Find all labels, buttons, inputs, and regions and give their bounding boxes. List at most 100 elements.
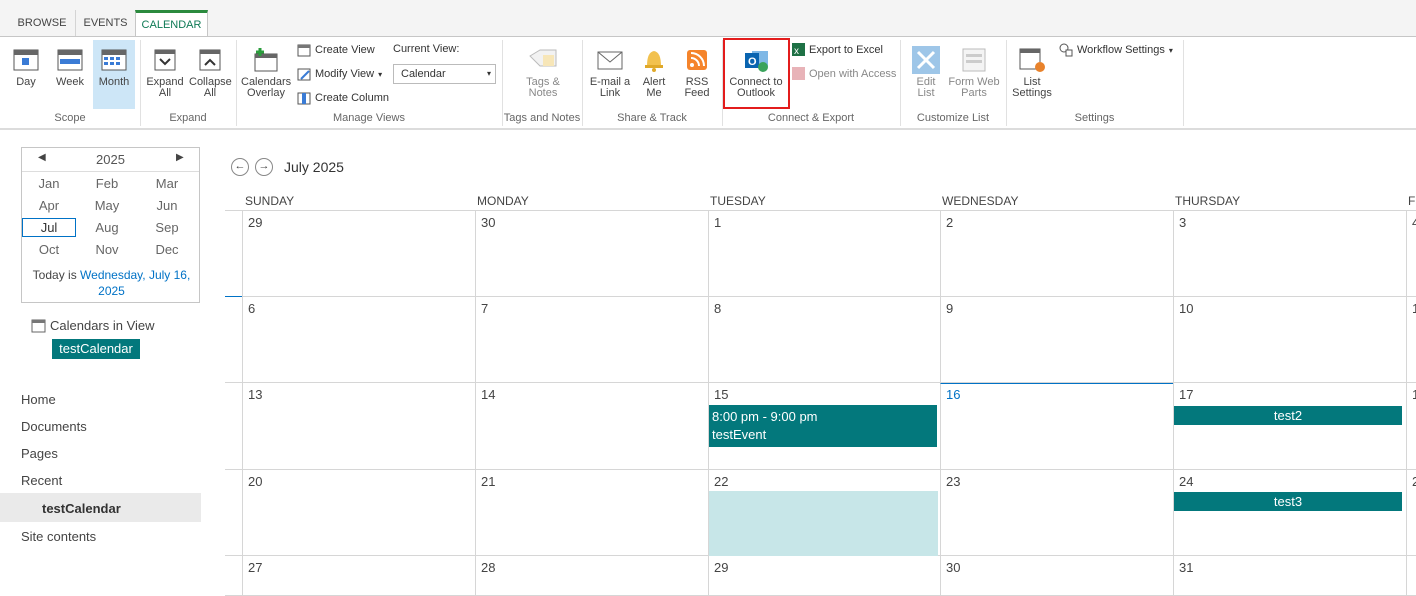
- day-number: 29: [248, 215, 263, 230]
- day-cell[interactable]: [475, 211, 708, 297]
- tab-browse[interactable]: BROWSE: [9, 10, 75, 36]
- today-link[interactable]: Wednesday, July 16, 2025: [80, 268, 190, 298]
- day-cell[interactable]: [940, 297, 1173, 383]
- day-view-button[interactable]: Day: [8, 46, 44, 88]
- current-view-select[interactable]: Calendar ▾: [393, 64, 496, 84]
- day-cell[interactable]: [242, 211, 475, 297]
- day-cell[interactable]: [708, 297, 940, 383]
- nav-site-contents[interactable]: Site contents: [21, 529, 96, 544]
- today-prefix: Today is: [32, 268, 81, 282]
- open-access-label: Open with Access: [809, 67, 897, 80]
- expand-all-button[interactable]: Expand All: [146, 46, 184, 99]
- nav-pages[interactable]: Pages: [21, 446, 58, 461]
- week-view-button[interactable]: Week: [50, 46, 90, 88]
- month-cell[interactable]: Nov: [80, 242, 134, 257]
- month-cell[interactable]: Mar: [140, 176, 194, 191]
- next-month-button[interactable]: →: [255, 158, 273, 176]
- nav-home[interactable]: Home: [21, 392, 56, 407]
- date-picker: ◀ 2025 ▶ Today is Wednesday, July 16, 20…: [21, 147, 200, 303]
- month-label: Month: [98, 76, 130, 88]
- tags-notes-button[interactable]: Tags & Notes: [519, 46, 567, 99]
- day-cell[interactable]: [475, 383, 708, 470]
- nav-recent[interactable]: Recent: [21, 473, 62, 488]
- day-header: MONDAY: [477, 194, 529, 208]
- selected-day-highlight[interactable]: [709, 491, 938, 556]
- month-cell[interactable]: Feb: [80, 176, 134, 191]
- day-number: 11: [1412, 301, 1416, 316]
- month-cell[interactable]: May: [80, 198, 134, 213]
- create-view-label: Create View: [315, 44, 375, 56]
- export-excel-button[interactable]: x Export to Excel: [792, 43, 883, 56]
- nav-documents[interactable]: Documents: [21, 419, 87, 434]
- rss-feed-label: RSS Feed: [684, 76, 710, 99]
- week-gutter-line: [225, 469, 242, 470]
- alert-me-button[interactable]: Alert Me: [637, 46, 671, 99]
- day-cell[interactable]: [475, 297, 708, 383]
- month-cell[interactable]: Apr: [22, 198, 76, 213]
- create-column-icon: [297, 92, 311, 105]
- workflow-settings-label: Workflow Settings: [1077, 44, 1165, 56]
- form-web-parts-button[interactable]: Form Web Parts: [948, 46, 1000, 99]
- day-cell[interactable]: [1173, 211, 1406, 297]
- create-view-button[interactable]: Create View: [297, 43, 375, 57]
- day-cell[interactable]: [1173, 556, 1406, 596]
- day-cell[interactable]: [242, 297, 475, 383]
- week-marker: [225, 296, 242, 297]
- month-cell[interactable]: Aug: [80, 220, 134, 235]
- email-link-button[interactable]: E-mail a Link: [588, 46, 632, 99]
- nav-testcalendar[interactable]: testCalendar: [42, 501, 121, 516]
- month-view-button[interactable]: Month: [93, 40, 135, 109]
- calendars-in-view-title: Calendars in View: [50, 318, 155, 333]
- list-settings-button[interactable]: List Settings: [1010, 46, 1054, 99]
- day-cell[interactable]: [708, 556, 940, 596]
- day-cell[interactable]: [1406, 556, 1416, 596]
- day-cell[interactable]: [940, 470, 1173, 556]
- calendar-day-icon: [13, 49, 39, 71]
- collapse-all-button[interactable]: Collapse All: [189, 46, 232, 99]
- day-cell[interactable]: [1173, 297, 1406, 383]
- day-cell[interactable]: [940, 556, 1173, 596]
- event-testevent[interactable]: 8:00 pm - 9:00 pm testEvent: [709, 405, 937, 447]
- day-cell[interactable]: [242, 470, 475, 556]
- day-cell[interactable]: [475, 556, 708, 596]
- calendars-overlay-button[interactable]: Calendars Overlay: [241, 46, 291, 99]
- modify-view-button[interactable]: Modify View ▾: [297, 67, 382, 81]
- edit-list-button[interactable]: Edit List: [908, 46, 944, 99]
- expand-group-label: Expand: [169, 112, 207, 124]
- day-cell[interactable]: [242, 556, 475, 596]
- prev-month-button[interactable]: ←: [231, 158, 249, 176]
- customize-group-label: Customize List: [916, 112, 990, 124]
- day-cell[interactable]: [242, 383, 475, 470]
- month-cell[interactable]: Jul: [22, 218, 76, 237]
- month-cell[interactable]: Jun: [140, 198, 194, 213]
- today-text: Today is Wednesday, July 16, 2025: [28, 267, 195, 299]
- create-column-button[interactable]: Create Column: [297, 91, 389, 105]
- day-number: 15: [714, 387, 729, 402]
- day-number: 16: [946, 387, 961, 402]
- day-cell[interactable]: [940, 211, 1173, 297]
- event-test3[interactable]: test3: [1174, 492, 1402, 511]
- tab-events[interactable]: EVENTS: [75, 10, 135, 36]
- day-number: 20: [248, 474, 263, 489]
- rss-feed-button[interactable]: RSS Feed: [679, 46, 715, 99]
- next-year-icon[interactable]: ▶: [176, 152, 184, 163]
- day-number: 30: [481, 215, 496, 230]
- day-label: Day: [16, 76, 36, 88]
- tab-calendar[interactable]: CALENDAR: [135, 10, 208, 38]
- connect-outlook-button[interactable]: O Connect to Outlook: [727, 46, 785, 99]
- open-access-button[interactable]: Open with Access: [792, 67, 896, 80]
- event-test2[interactable]: test2: [1174, 406, 1402, 425]
- day-cell[interactable]: [475, 470, 708, 556]
- month-cell[interactable]: Oct: [22, 242, 76, 257]
- day-cell[interactable]: [708, 211, 940, 297]
- month-cell[interactable]: Dec: [140, 242, 194, 257]
- month-cell[interactable]: Jan: [22, 176, 76, 191]
- day-cell[interactable]: [1173, 470, 1406, 556]
- tools-icon: [912, 46, 940, 74]
- month-cell[interactable]: Sep: [140, 220, 194, 235]
- workflow-settings-button[interactable]: Workflow Settings ▾: [1059, 43, 1173, 57]
- day-cell[interactable]: [1173, 383, 1406, 470]
- calendar-chip[interactable]: testCalendar: [52, 339, 140, 359]
- day-number: 14: [481, 387, 496, 402]
- day-cell[interactable]: [940, 383, 1173, 470]
